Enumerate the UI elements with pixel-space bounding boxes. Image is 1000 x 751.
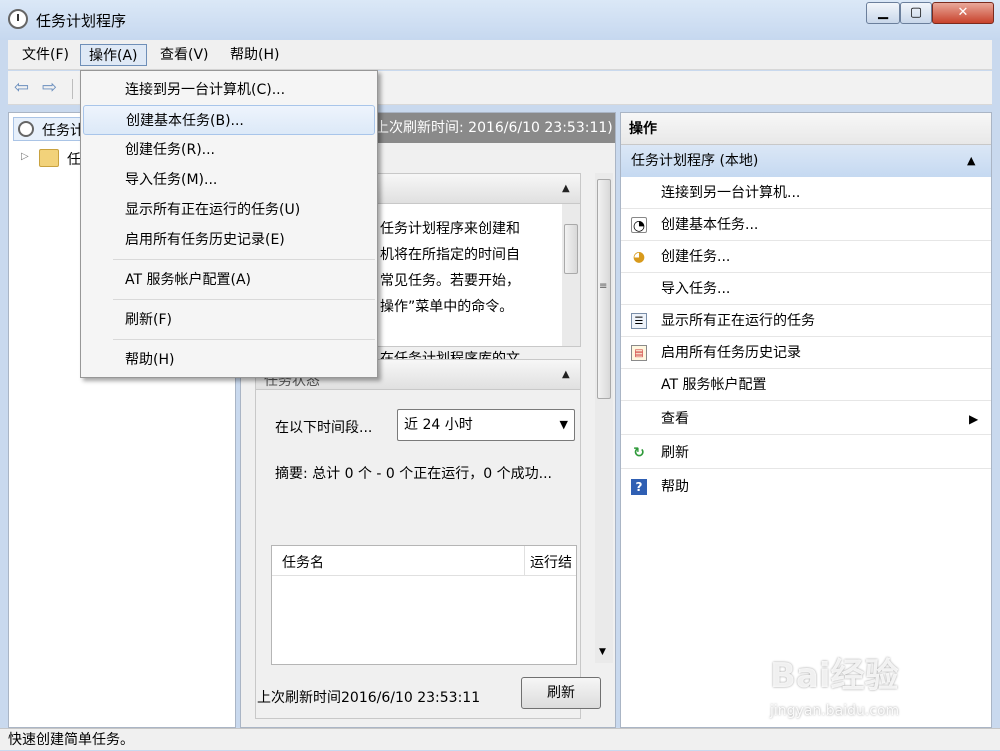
action-dropdown-menu: 连接到另一台计算机(C)... 创建基本任务(B)... 创建任务(R)... … (80, 70, 378, 378)
help-icon: ? (631, 479, 647, 495)
expand-arrow-icon[interactable]: ▷ (21, 151, 29, 162)
scroll-down-arrow-icon[interactable]: ▼ (599, 647, 606, 657)
period-select[interactable]: 近 24 小时 ▼ (397, 409, 575, 441)
table-header-row: 任务名 运行结 (272, 546, 576, 576)
minimize-button[interactable]: ▁ (866, 2, 900, 24)
action-import-task[interactable]: 导入任务... (621, 273, 991, 305)
toolbar-separator (72, 79, 73, 99)
folder-icon (39, 149, 59, 167)
overview-text: 任务计划程序来创建和 机将在所指定的时间自 常见任务。若要开始， 操作”菜单中的… (380, 216, 560, 372)
action-help[interactable]: ? 帮助 (621, 471, 991, 503)
menu-action[interactable]: 操作(A) (80, 44, 147, 66)
task-icon: ◕ (632, 249, 646, 265)
collapse-arrow-icon[interactable]: ▲ (967, 145, 975, 177)
clock-icon: ◔ (631, 217, 647, 234)
collapse-arrow-icon[interactable]: ▲ (562, 369, 570, 380)
menu-view[interactable]: 查看(V) (152, 44, 217, 66)
maximize-button[interactable]: ▢ (900, 2, 932, 24)
period-select-value: 近 24 小时 (404, 417, 473, 433)
tree-root-label: 任务计 (42, 123, 84, 139)
action-label: 刷新 (661, 445, 689, 461)
list-icon: ☰ (631, 313, 647, 329)
overview-scroll-thumb[interactable] (564, 224, 578, 274)
action-connect[interactable]: 连接到另一台计算机... (621, 177, 991, 209)
tree-child-label: 任 (67, 152, 81, 168)
action-label: 创建基本任务... (661, 217, 759, 233)
menu-connect[interactable]: 连接到另一台计算机(C)... (83, 75, 375, 105)
action-at-config[interactable]: AT 服务帐户配置 (621, 369, 991, 401)
overview-line: 操作”菜单中的命令。 (380, 299, 514, 315)
summary-text: 摘要: 总计 0 个 - 0 个正在运行，0 个成功... (275, 466, 552, 482)
action-enable-history[interactable]: ▤ 启用所有任务历史记录 (621, 337, 991, 369)
actions-group-label: 任务计划程序 (本地) (631, 153, 759, 169)
watermark-url: jingyan.baidu.com (770, 703, 900, 719)
actions-group-header[interactable]: 任务计划程序 (本地) ▲ (621, 145, 991, 177)
watermark-brand: Bai经验 (770, 656, 899, 696)
task-table: 任务名 运行结 (271, 545, 577, 665)
overview-line: 任务计划程序来创建和 (380, 221, 520, 237)
refresh-icon: ↻ (633, 445, 645, 461)
action-label: 帮助 (661, 479, 689, 495)
column-header-task-name[interactable]: 任务名 (282, 552, 324, 572)
clock-icon (8, 9, 28, 29)
menu-help[interactable]: 帮助(H) (222, 44, 287, 66)
action-label: 导入任务... (661, 281, 731, 297)
action-view[interactable]: 查看 ▶ (621, 403, 991, 435)
action-label: 查看 (661, 411, 689, 427)
refresh-button[interactable]: 刷新 (521, 677, 601, 709)
actions-title: 操作 (621, 113, 991, 145)
menu-show-running[interactable]: 显示所有正在运行的任务(U) (83, 195, 375, 225)
center-scrollbar[interactable]: ≡ ▼ (595, 173, 613, 663)
menu-import-task[interactable]: 导入任务(M)... (83, 165, 375, 195)
overview-line (380, 320, 560, 346)
history-icon: ▤ (631, 345, 647, 361)
action-label: 显示所有正在运行的任务 (661, 313, 815, 329)
grip-icon: ≡ (599, 281, 608, 292)
menu-separator (113, 339, 375, 340)
action-show-running[interactable]: ☰ 显示所有正在运行的任务 (621, 305, 991, 337)
back-arrow-icon[interactable]: ⇦ (14, 79, 38, 97)
action-label: 连接到另一台计算机... (661, 185, 801, 201)
action-label: 创建任务... (661, 249, 731, 265)
menu-file[interactable]: 文件(F) (14, 44, 77, 66)
action-create-task[interactable]: ◕ 创建任务... (621, 241, 991, 273)
menu-refresh[interactable]: 刷新(F) (83, 305, 375, 335)
overview-scrollbar[interactable] (562, 204, 580, 346)
menu-separator (113, 299, 375, 300)
menu-create-basic-task[interactable]: 创建基本任务(B)... (83, 105, 375, 135)
menu-enable-history[interactable]: 启用所有任务历史记录(E) (83, 225, 375, 255)
collapse-arrow-icon[interactable]: ▲ (562, 183, 570, 194)
last-refresh-text: 上次刷新时间2016/6/10 23:53:11 (257, 690, 481, 706)
window-title: 任务计划程序 (36, 12, 127, 30)
menu-create-task[interactable]: 创建任务(R)... (83, 135, 375, 165)
chevron-down-icon[interactable]: ▼ (560, 410, 568, 440)
action-label: AT 服务帐户配置 (661, 377, 767, 393)
status-bar: 快速创建简单任务。 (0, 728, 1000, 750)
action-refresh[interactable]: ↻ 刷新 (621, 437, 991, 469)
submenu-arrow-icon[interactable]: ▶ (969, 403, 978, 435)
menu-at-config[interactable]: AT 服务帐户配置(A) (83, 265, 375, 295)
menu-help-item[interactable]: 帮助(H) (83, 345, 375, 375)
overview-line: 常见任务。若要开始， (380, 273, 520, 289)
action-label: 启用所有任务历史记录 (661, 345, 801, 361)
actions-pane: 操作 任务计划程序 (本地) ▲ 连接到另一台计算机... ◔ 创建基本任务..… (620, 112, 992, 728)
clock-icon (18, 121, 34, 137)
column-divider[interactable] (524, 546, 525, 576)
title-bar: 任务计划程序 ▁ ▢ ✕ (0, 0, 1000, 40)
period-label: 在以下时间段... (275, 420, 373, 436)
menu-separator (113, 259, 375, 260)
forward-arrow-icon[interactable]: ⇨ (42, 79, 66, 97)
menu-bar: 文件(F) 操作(A) 查看(V) 帮助(H) (8, 40, 992, 70)
overview-line: 机将在所指定的时间自 (380, 247, 520, 263)
close-button[interactable]: ✕ (932, 2, 994, 24)
watermark: Bai经验 jingyan.baidu.com (770, 648, 990, 728)
column-header-run-result[interactable]: 运行结 (530, 552, 576, 572)
action-create-basic-task[interactable]: ◔ 创建基本任务... (621, 209, 991, 241)
